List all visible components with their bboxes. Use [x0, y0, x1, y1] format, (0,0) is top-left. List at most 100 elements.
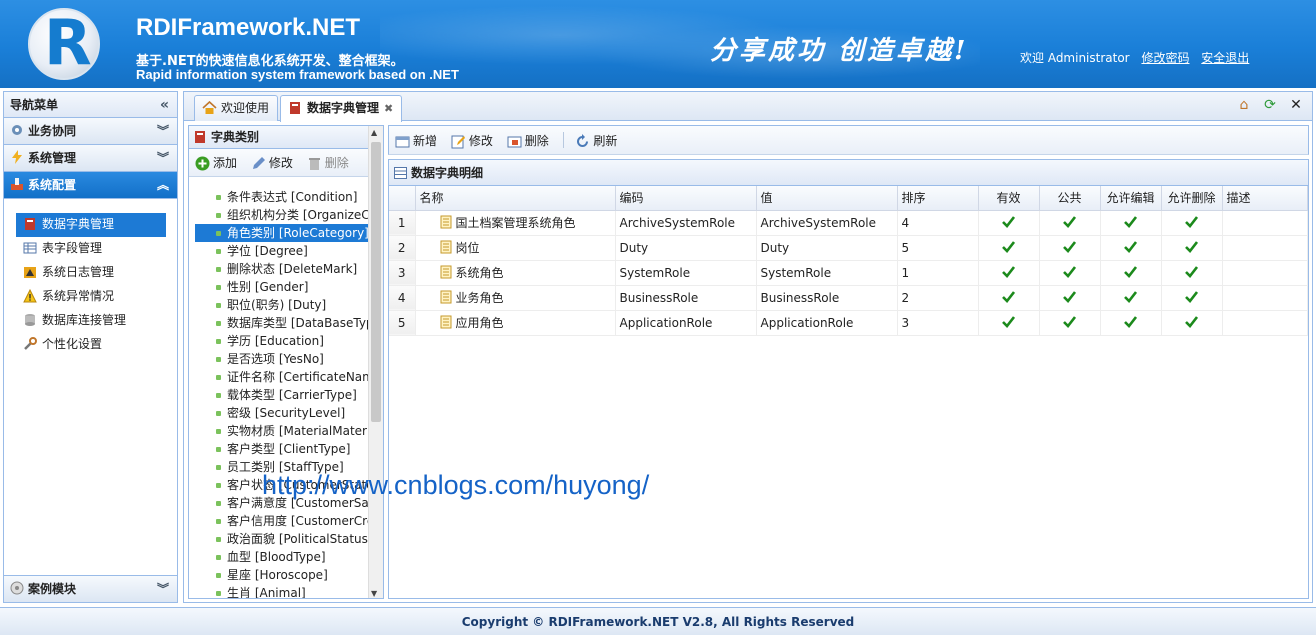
new-button[interactable]: 新增	[395, 126, 437, 156]
close-icon[interactable]: ✕	[1286, 97, 1306, 113]
section-label: 系统管理	[28, 151, 77, 165]
scroll-down-icon[interactable]: ▼	[371, 589, 377, 598]
tree-item[interactable]: 政治面貌 [PoliticalStatus]	[189, 530, 370, 548]
tree-item[interactable]: 条件表达式 [Condition]	[189, 188, 370, 206]
tree-item[interactable]: 角色类别 [RoleCategory]	[195, 224, 370, 242]
watermark-url: http://www.cnblogs.com/huyong/	[262, 470, 650, 500]
section-demo-modules[interactable]: 案例模块 ︾	[4, 575, 177, 602]
column-header[interactable]: 允许删除	[1161, 186, 1223, 211]
delete-button[interactable]: 删除	[507, 126, 549, 156]
nav-item-label: 数据字典管理	[42, 217, 115, 231]
cell-description	[1222, 235, 1308, 261]
category-delete-button[interactable]: 删除	[307, 149, 349, 177]
tree-item[interactable]: 客户类型 [ClientType]	[189, 440, 370, 458]
trash-icon	[308, 158, 320, 170]
cell-name-text: 应用角色	[455, 316, 504, 330]
tree-item[interactable]: 证件名称 [CertificateName]	[189, 368, 370, 386]
logout-link[interactable]: 安全退出	[1201, 51, 1249, 65]
column-header[interactable]: 名称	[415, 186, 616, 211]
column-header[interactable]: 公共	[1039, 186, 1101, 211]
home-icon[interactable]: ⌂	[1234, 97, 1254, 113]
table-row[interactable]: 5 应用角色 ApplicationRole ApplicationRole 3	[389, 310, 1308, 336]
tagline-en: Rapid information system framework based…	[136, 67, 459, 82]
tree-item[interactable]: 生肖 [Animal]	[189, 584, 370, 598]
table-header: 名称 编码 值 排序 有效 公共 允许编辑 允许删除 描述	[389, 186, 1308, 211]
nav-item-dictionary[interactable]: 数据字典管理	[16, 213, 166, 237]
checkmark-icon	[1185, 240, 1198, 253]
cell-name: 岗位	[415, 235, 616, 261]
column-header[interactable]: 编码	[615, 186, 757, 211]
table-row[interactable]: 3 系统角色 SystemRole SystemRole 1	[389, 260, 1308, 286]
tree-item[interactable]: 学历 [Education]	[189, 332, 370, 350]
tree-item[interactable]: 删除状态 [DeleteMark]	[189, 260, 370, 278]
checkmark-icon	[1063, 290, 1076, 303]
checkmark-icon	[1002, 215, 1015, 228]
category-edit-button[interactable]: 修改	[251, 149, 293, 177]
nav-item-table-fields[interactable]: 表字段管理	[16, 237, 177, 261]
table-row[interactable]: 1 国土档案管理系统角色 ArchiveSystemRole ArchiveSyste…	[389, 210, 1308, 236]
user-bar: 欢迎 Administrator 修改密码 安全退出	[1020, 49, 1249, 66]
table-row[interactable]: 2 岗位 Duty Duty 5	[389, 235, 1308, 261]
chevron-down-icon: ︾	[156, 582, 169, 596]
section-business[interactable]: 业务协同 ︾	[4, 118, 177, 145]
section-system-config[interactable]: 系统配置 ︽	[4, 172, 177, 199]
cell-checkbox	[1161, 285, 1223, 311]
checkmark-icon	[1124, 240, 1137, 253]
cell-value: SystemRole	[756, 260, 898, 286]
tab-label: 数据字典管理	[307, 101, 380, 115]
category-add-button[interactable]: 添加	[195, 149, 237, 177]
close-icon[interactable]: ✖	[384, 102, 393, 115]
column-header[interactable]: 值	[756, 186, 898, 211]
tree-item[interactable]: 职位(职务) [Duty]	[189, 296, 370, 314]
tree-item[interactable]: 实物材质 [MaterialMaterial]	[189, 422, 370, 440]
tree-item[interactable]: 性别 [Gender]	[189, 278, 370, 296]
home-icon	[202, 101, 217, 114]
nav-item-system-log[interactable]: 系统日志管理	[16, 261, 177, 285]
column-header[interactable]: 排序	[897, 186, 979, 211]
cell-checkbox	[1039, 210, 1101, 236]
column-header[interactable]: 允许编辑	[1100, 186, 1162, 211]
section-system-admin[interactable]: 系统管理 ︾	[4, 145, 177, 172]
button-label: 刷新	[593, 134, 618, 148]
tree-item[interactable]: 客户信用度 [CustomerCredit]	[189, 512, 370, 530]
collapse-left-icon[interactable]: «	[160, 92, 169, 118]
tree-item[interactable]: 是否选项 [YesNo]	[189, 350, 370, 368]
document-icon	[440, 265, 451, 279]
change-password-link[interactable]: 修改密码	[1141, 51, 1189, 65]
add-icon	[195, 156, 210, 171]
tree-item[interactable]: 载体类型 [CarrierType]	[189, 386, 370, 404]
nav-item-db-connections[interactable]: 数据库连接管理	[16, 309, 177, 333]
column-header[interactable]: 描述	[1222, 186, 1308, 211]
tree-item[interactable]: 数据库类型 [DataBaseType]	[189, 314, 370, 332]
refresh-icon[interactable]: ⟳	[1260, 97, 1280, 113]
column-header[interactable]: 有效	[978, 186, 1040, 211]
table-row[interactable]: 4 业务角色 BusinessRole BusinessRole 2	[389, 285, 1308, 311]
refresh-button[interactable]: 刷新	[575, 126, 617, 156]
section-label: 系统配置	[28, 178, 77, 192]
edit-button[interactable]: 修改	[451, 126, 493, 156]
cell-value: Duty	[756, 235, 898, 261]
checkmark-icon	[1185, 290, 1198, 303]
nav-item-personalization[interactable]: 个性化设置	[16, 333, 177, 357]
cell-description	[1222, 210, 1308, 236]
tree-item[interactable]: 星座 [Horoscope]	[189, 566, 370, 584]
gear-icon	[12, 125, 22, 135]
cell-checkbox	[1039, 285, 1101, 311]
tree-item[interactable]: 组织机构分类 [OrganizeCategory]	[189, 206, 370, 224]
tab-welcome[interactable]: 欢迎使用	[194, 95, 279, 121]
wrench-icon	[24, 337, 37, 350]
cell-sort: 2	[897, 285, 979, 311]
tab-dictionary[interactable]: 数据字典管理 ✖	[280, 95, 403, 122]
table-icon	[23, 242, 37, 254]
tree-item[interactable]: 密级 [SecurityLevel]	[189, 404, 370, 422]
cell-checkbox	[1100, 235, 1162, 261]
tree-scrollbar[interactable]: ▲ ▼	[368, 126, 383, 598]
tree-item[interactable]: 学位 [Degree]	[189, 242, 370, 260]
delete-icon	[507, 136, 522, 148]
tab-label: 欢迎使用	[221, 101, 270, 115]
nav-item-system-exceptions[interactable]: 系统异常情况	[16, 285, 177, 309]
scroll-thumb[interactable]	[371, 142, 381, 422]
nav-item-list: 数据字典管理 表字段管理 系统日志管理 系统异常情况 数据库连接管理 个性化设置	[4, 199, 177, 357]
tree-item[interactable]: 血型 [BloodType]	[189, 548, 370, 566]
scroll-up-icon[interactable]: ▲	[371, 128, 377, 137]
